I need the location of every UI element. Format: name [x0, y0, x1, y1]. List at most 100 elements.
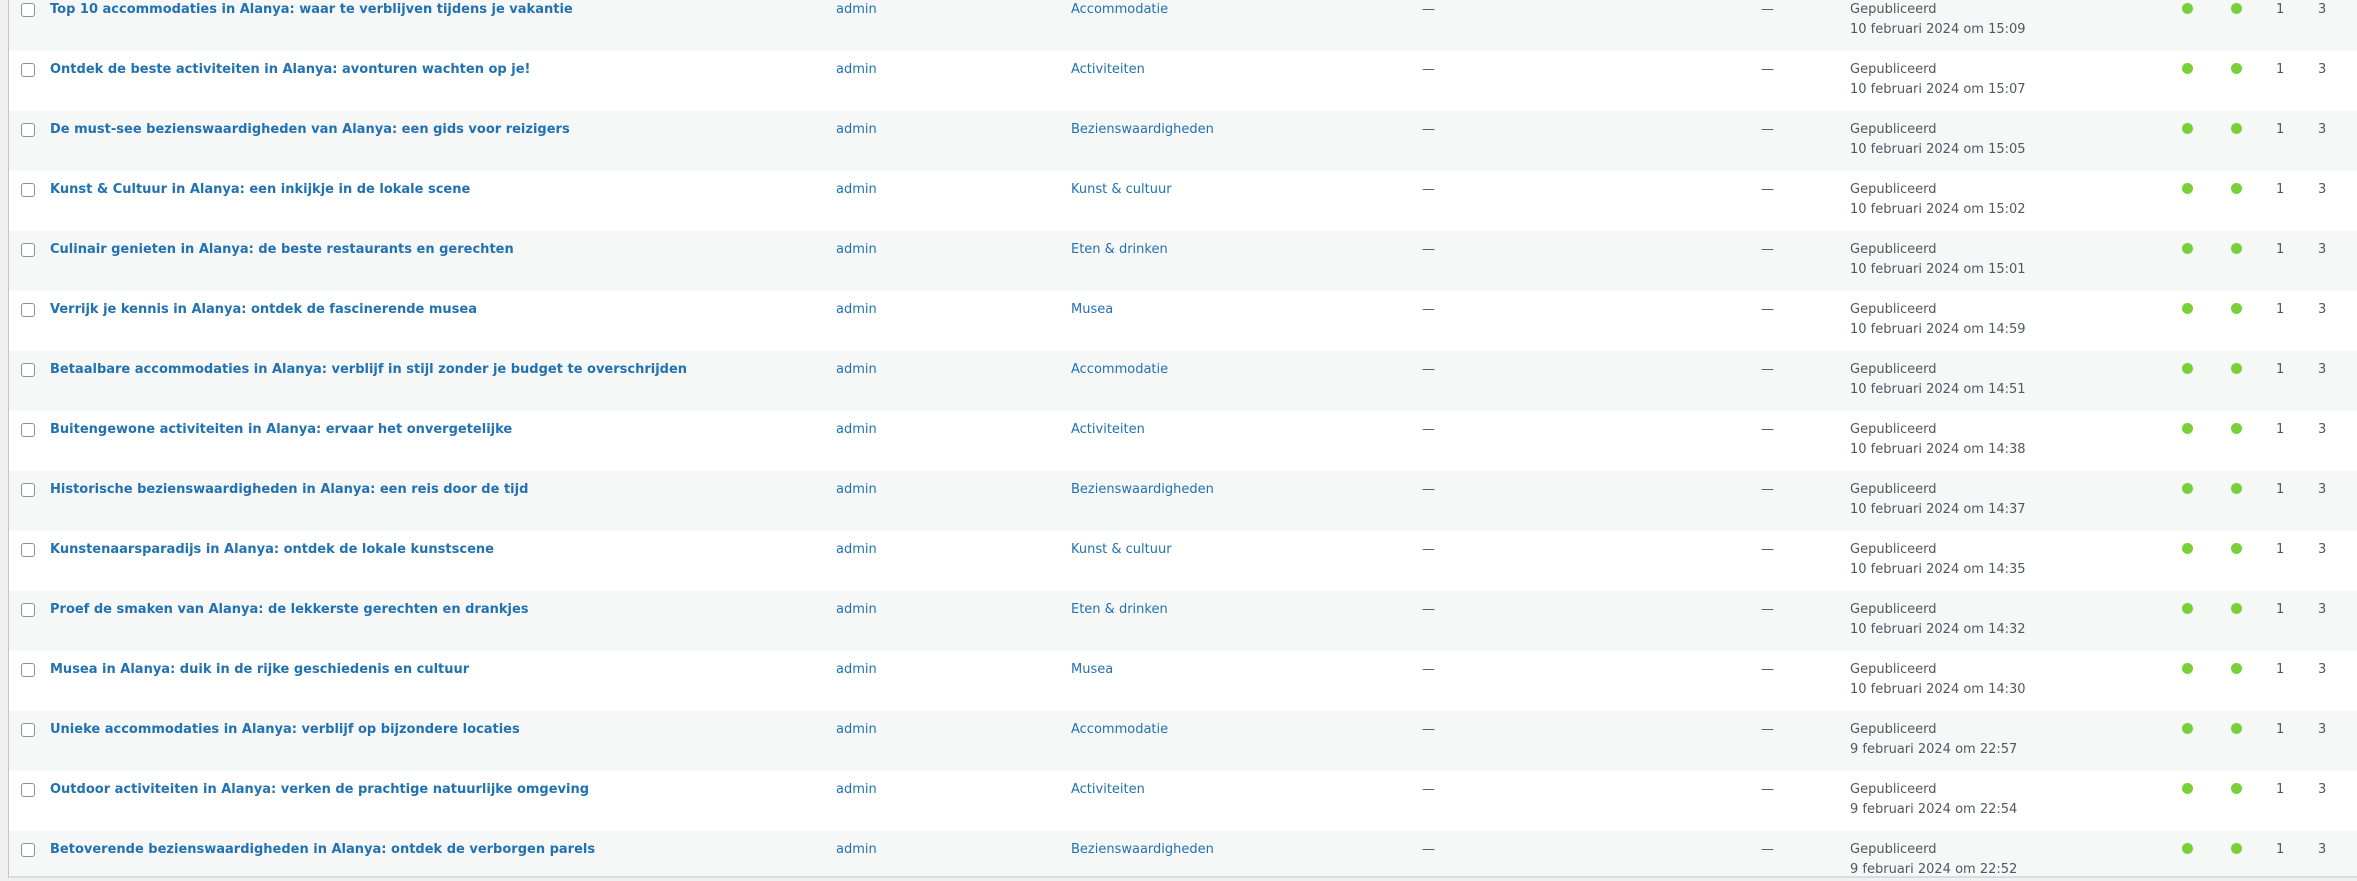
post-comments: —	[1761, 842, 1774, 857]
post-title-link[interactable]: Unieke accommodaties in Alanya: verblijf…	[50, 720, 520, 739]
internal-links-count: 1	[2276, 542, 2285, 557]
post-date: 9 februari 2024 om 22:54	[1850, 802, 2018, 817]
post-author-link[interactable]: admin	[836, 60, 877, 79]
post-category-link[interactable]: Accommodatie	[1071, 360, 1168, 379]
post-title-link[interactable]: Ontdek de beste activiteiten in Alanya: …	[50, 60, 530, 79]
post-title-link[interactable]: Culinair genieten in Alanya: de beste re…	[50, 240, 514, 259]
post-author-link[interactable]: admin	[836, 180, 877, 199]
post-title-link[interactable]: Verrijk je kennis in Alanya: ontdek de f…	[50, 300, 477, 319]
seo-status-dot	[2182, 723, 2193, 734]
row-checkbox[interactable]	[21, 243, 35, 257]
post-title-link[interactable]: Outdoor activiteiten in Alanya: verken d…	[50, 780, 589, 799]
post-category-link[interactable]: Musea	[1071, 660, 1113, 679]
post-category-link[interactable]: Kunst & cultuur	[1071, 540, 1172, 559]
post-comments: —	[1761, 2, 1774, 17]
post-status: Gepubliceerd	[1850, 302, 1937, 317]
post-title-link[interactable]: Betaalbare accommodaties in Alanya: verb…	[50, 360, 687, 379]
row-checkbox[interactable]	[21, 723, 35, 737]
post-category-link[interactable]: Kunst & cultuur	[1071, 180, 1172, 199]
post-author-link[interactable]: admin	[836, 540, 877, 559]
post-author-link[interactable]: admin	[836, 300, 877, 319]
row-checkbox[interactable]	[21, 63, 35, 77]
seo-status-dot	[2182, 63, 2193, 74]
row-checkbox[interactable]	[21, 303, 35, 317]
post-category-link[interactable]: Bezienswaardigheden	[1071, 120, 1214, 139]
seo-status-dot	[2182, 303, 2193, 314]
post-date: 10 februari 2024 om 14:51	[1850, 382, 2026, 397]
row-checkbox[interactable]	[21, 603, 35, 617]
post-author-link[interactable]: admin	[836, 720, 877, 739]
incoming-links-count: 3	[2318, 662, 2327, 677]
row-checkbox[interactable]	[21, 543, 35, 557]
post-category-link[interactable]: Bezienswaardigheden	[1071, 840, 1214, 859]
post-comments: —	[1761, 122, 1774, 137]
post-title-link[interactable]: Kunstenaarsparadijs in Alanya: ontdek de…	[50, 540, 494, 559]
post-comments: —	[1761, 542, 1774, 557]
post-category-link[interactable]: Eten & drinken	[1071, 600, 1168, 619]
seo-status-dot	[2182, 3, 2193, 14]
post-comments: —	[1761, 182, 1774, 197]
post-author-link[interactable]: admin	[836, 360, 877, 379]
seo-status-dot	[2182, 843, 2193, 854]
readability-status-dot	[2231, 603, 2242, 614]
post-title-link[interactable]: Buitengewone activiteiten in Alanya: erv…	[50, 420, 512, 439]
post-title-link[interactable]: Top 10 accommodaties in Alanya: waar te …	[50, 0, 573, 19]
post-author-link[interactable]: admin	[836, 420, 877, 439]
row-checkbox[interactable]	[21, 663, 35, 677]
row-checkbox[interactable]	[21, 183, 35, 197]
post-author-link[interactable]: admin	[836, 600, 877, 619]
post-category-link[interactable]: Accommodatie	[1071, 0, 1168, 19]
readability-status-dot	[2231, 543, 2242, 554]
post-title-link[interactable]: Kunst & Cultuur in Alanya: een inkijkje …	[50, 180, 470, 199]
post-comments: —	[1761, 362, 1774, 377]
incoming-links-count: 3	[2318, 182, 2327, 197]
row-checkbox[interactable]	[21, 123, 35, 137]
post-category-link[interactable]: Activiteiten	[1071, 780, 1145, 799]
post-tags: —	[1422, 602, 1435, 617]
table-row: Kunst & Cultuur in Alanya: een inkijkje …	[9, 171, 2357, 231]
post-category-link[interactable]: Activiteiten	[1071, 60, 1145, 79]
post-title-link[interactable]: Musea in Alanya: duik in de rijke geschi…	[50, 660, 469, 679]
post-author-link[interactable]: admin	[836, 780, 877, 799]
post-author-link[interactable]: admin	[836, 0, 877, 19]
post-category-link[interactable]: Eten & drinken	[1071, 240, 1168, 259]
table-row: Buitengewone activiteiten in Alanya: erv…	[9, 411, 2357, 471]
post-author-link[interactable]: admin	[836, 660, 877, 679]
post-date: 9 februari 2024 om 22:52	[1850, 862, 2018, 877]
post-author-link[interactable]: admin	[836, 240, 877, 259]
incoming-links-count: 3	[2318, 482, 2327, 497]
post-author-link[interactable]: admin	[836, 120, 877, 139]
post-category-link[interactable]: Musea	[1071, 300, 1113, 319]
post-tags: —	[1422, 782, 1435, 797]
row-checkbox[interactable]	[21, 843, 35, 857]
row-checkbox[interactable]	[21, 783, 35, 797]
post-title-link[interactable]: De must-see bezienswaardigheden van Alan…	[50, 120, 570, 139]
post-title-link[interactable]: Proef de smaken van Alanya: de lekkerste…	[50, 600, 529, 619]
readability-status-dot	[2231, 843, 2242, 854]
readability-status-dot	[2231, 483, 2242, 494]
table-row: Outdoor activiteiten in Alanya: verken d…	[9, 771, 2357, 831]
row-checkbox[interactable]	[21, 423, 35, 437]
post-comments: —	[1761, 302, 1774, 317]
readability-status-dot	[2231, 3, 2242, 14]
post-category-link[interactable]: Bezienswaardigheden	[1071, 480, 1214, 499]
row-checkbox[interactable]	[21, 363, 35, 377]
internal-links-count: 1	[2276, 242, 2285, 257]
post-author-link[interactable]: admin	[836, 840, 877, 859]
incoming-links-count: 3	[2318, 842, 2327, 857]
post-tags: —	[1422, 182, 1435, 197]
incoming-links-count: 3	[2318, 422, 2327, 437]
post-title-link[interactable]: Betoverende bezienswaardigheden in Alany…	[50, 840, 595, 859]
row-checkbox[interactable]	[21, 3, 35, 17]
post-category-link[interactable]: Activiteiten	[1071, 420, 1145, 439]
post-category-link[interactable]: Accommodatie	[1071, 720, 1168, 739]
row-checkbox[interactable]	[21, 483, 35, 497]
post-comments: —	[1761, 62, 1774, 77]
post-date: 10 februari 2024 om 14:38	[1850, 442, 2026, 457]
post-tags: —	[1422, 2, 1435, 17]
post-author-link[interactable]: admin	[836, 480, 877, 499]
post-title-link[interactable]: Historische bezienswaardigheden in Alany…	[50, 480, 528, 499]
post-status: Gepubliceerd	[1850, 362, 1937, 377]
post-tags: —	[1422, 122, 1435, 137]
table-row: Culinair genieten in Alanya: de beste re…	[9, 231, 2357, 291]
